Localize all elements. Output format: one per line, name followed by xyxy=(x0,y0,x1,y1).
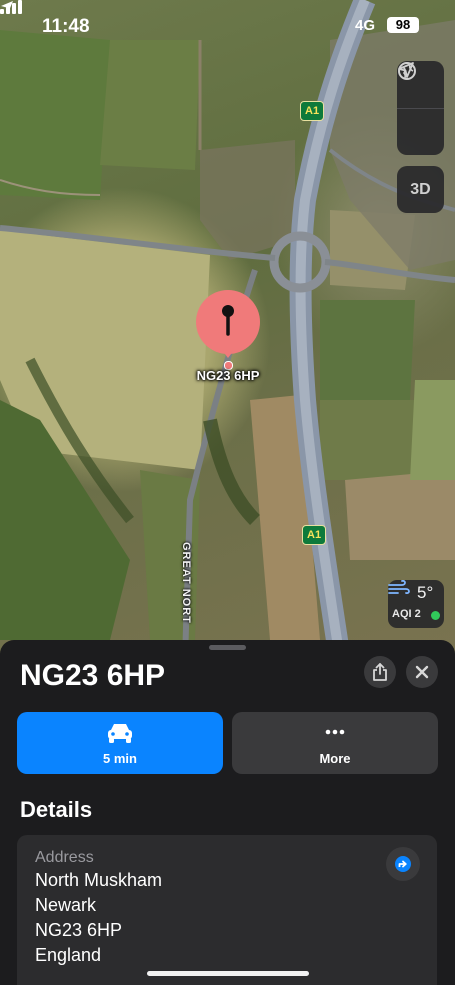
address-line: Newark xyxy=(35,895,97,915)
temperature: 5° xyxy=(417,583,434,602)
details-heading: Details xyxy=(20,797,93,822)
weather-widget[interactable]: 5° AQI 2 xyxy=(388,580,444,628)
directions-label: 5 min xyxy=(103,751,137,766)
address-line: NG23 6HP xyxy=(35,920,123,940)
ellipsis-icon xyxy=(325,729,345,735)
status-time: 11:48 xyxy=(42,16,90,37)
home-indicator[interactable] xyxy=(147,971,309,976)
place-sheet: NG23 6HP 5 min More Details Address Nort… xyxy=(0,640,455,985)
road-shield-a1-south: A1 xyxy=(302,525,327,545)
more-button[interactable]: More xyxy=(232,712,438,774)
address-card[interactable]: Address North Muskham Newark NG23 6HP En… xyxy=(17,835,437,985)
map-view[interactable]: 11:48 4G 98 3D A1 A1 NG23 6HP GREAT NORT… xyxy=(0,0,455,660)
location-pin[interactable] xyxy=(196,290,260,354)
location-arrow-icon xyxy=(398,62,414,78)
close-icon xyxy=(415,665,429,679)
road-shield-a1: A1 xyxy=(300,101,325,121)
directions-button[interactable]: 5 min xyxy=(17,712,223,774)
signal-icon xyxy=(0,0,22,14)
track-location-button[interactable] xyxy=(397,62,444,156)
map-controls xyxy=(397,61,444,155)
wind-icon xyxy=(388,580,410,595)
pin-label: NG23 6HP xyxy=(196,368,260,383)
share-icon xyxy=(373,663,387,681)
address-line: England xyxy=(35,945,102,965)
sheet-grabber[interactable] xyxy=(209,645,246,650)
battery-indicator: 98 xyxy=(387,17,419,33)
place-title: NG23 6HP xyxy=(20,659,166,692)
close-button[interactable] xyxy=(406,656,438,688)
address-line: North Muskham xyxy=(35,870,163,890)
directions-arrow-icon xyxy=(395,856,411,872)
status-bar: 11:48 4G 98 xyxy=(0,0,455,54)
address-directions-button[interactable] xyxy=(386,847,420,881)
address-label: Address xyxy=(35,849,94,866)
pushpin-icon xyxy=(222,305,234,336)
more-label: More xyxy=(319,751,351,766)
pin-tail xyxy=(222,350,234,358)
network-type: 4G xyxy=(355,17,376,34)
aqi-label: AQI 2 xyxy=(392,608,421,620)
aqi-status-dot xyxy=(431,611,440,620)
three-d-button[interactable]: 3D xyxy=(397,166,444,213)
street-label: GREAT NORT xyxy=(180,542,192,624)
car-icon xyxy=(108,724,132,743)
share-button[interactable] xyxy=(364,656,396,688)
